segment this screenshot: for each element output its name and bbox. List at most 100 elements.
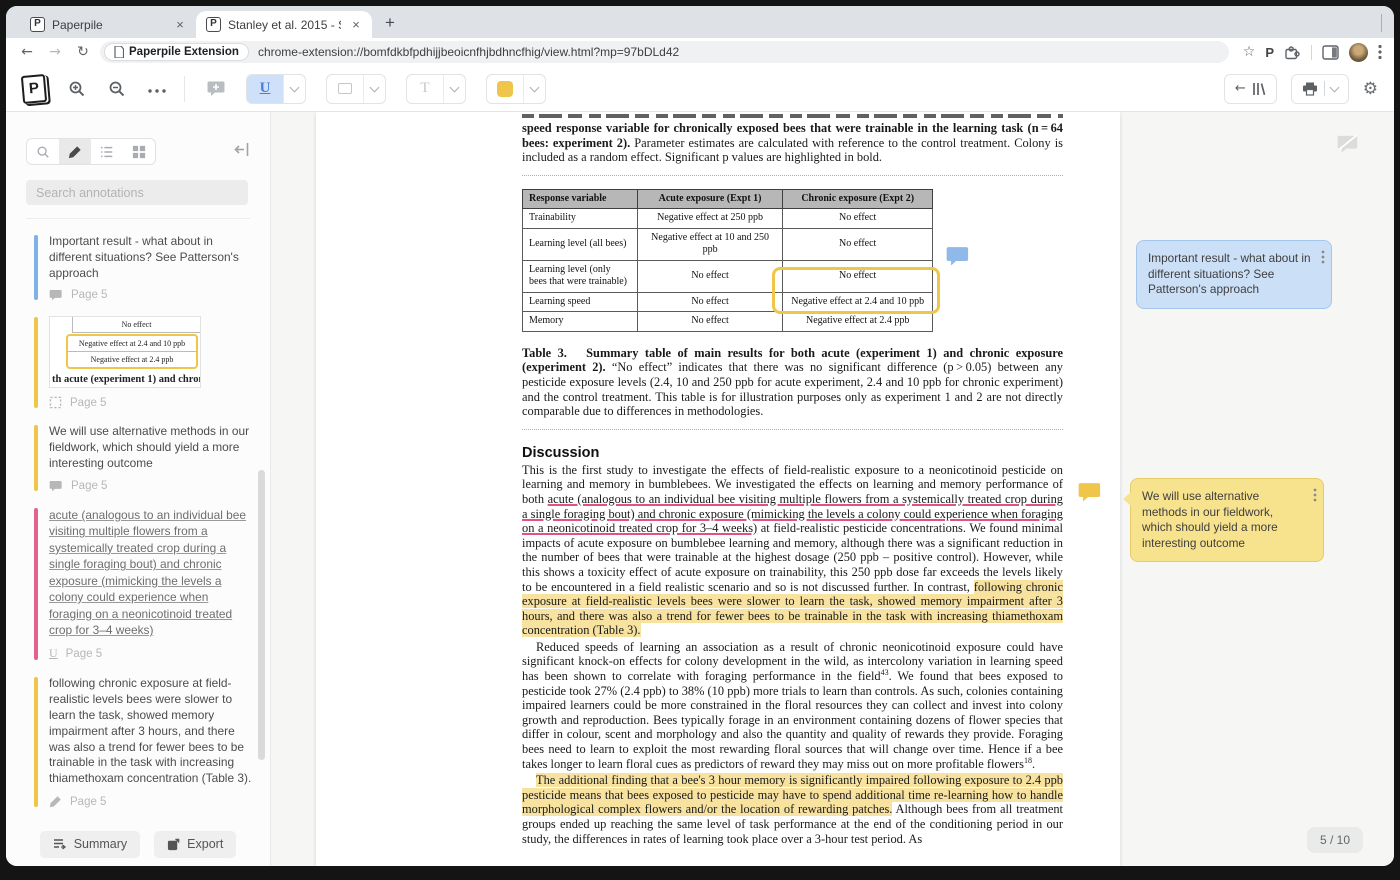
back-to-library-button[interactable]: ← [1224, 74, 1277, 104]
table-cell: Learning level (only bees that were trai… [523, 260, 638, 292]
paperpile-favicon: P [30, 17, 45, 32]
print-button-group[interactable] [1291, 74, 1349, 104]
new-tab-button[interactable] [378, 12, 402, 36]
tab-stanley-paper[interactable]: P Stanley et al. 2015 - Sci. Rep. [196, 11, 372, 38]
annotation-color-bar [34, 235, 38, 300]
print-dropdown-icon[interactable] [1329, 82, 1339, 92]
thumbnails-view-icon[interactable] [123, 139, 155, 164]
annotation-color-bar [34, 508, 38, 660]
annotation-meta: Page 5 [49, 795, 254, 808]
profile-avatar[interactable] [1349, 43, 1368, 62]
table2-caption: speed response variable for chronically … [522, 121, 1063, 165]
annotation-card-area[interactable]: No effect Negative effect at 2.4 and 10 … [34, 316, 254, 409]
omnibox[interactable]: Paperpile Extension chrome-extension://b… [100, 41, 1229, 63]
paperpile-favicon: P [206, 17, 221, 32]
tab-close-icon[interactable] [172, 17, 188, 33]
underline-tool-dropdown[interactable] [283, 75, 305, 103]
divider [184, 76, 185, 102]
underline-tool-group: U [246, 74, 306, 104]
zoom-in-icon[interactable] [68, 80, 86, 98]
rectangle-tool-button[interactable] [327, 75, 363, 103]
url-text: chrome-extension://bomfdkbfpdhijjbeoicnf… [258, 45, 679, 59]
page-indicator: 5 / 10 [1307, 827, 1363, 853]
dotted-separator [522, 175, 1063, 176]
paperpile-toolbar: P U T ← [6, 66, 1394, 112]
bookmark-star-icon[interactable]: ☆ [1243, 44, 1256, 60]
highlighter-pen-icon [49, 795, 62, 808]
table-cell: No effect [783, 228, 933, 260]
summary-button-label: Summary [74, 837, 127, 851]
library-books-icon [1252, 82, 1266, 96]
settings-gear-icon[interactable]: ⚙ [1363, 79, 1378, 99]
reference-superscript: 18 [1024, 756, 1032, 765]
divider [1324, 81, 1325, 96]
annotation-card-comment[interactable]: Important result - what about in differe… [34, 234, 254, 301]
table-row: Memory No effect Negative effect at 2.4 … [523, 312, 933, 332]
extensions-puzzle-icon[interactable] [1284, 44, 1301, 60]
discussion-paragraph-1: This is the first study to investigate t… [522, 463, 1063, 638]
forward-icon[interactable]: → [44, 44, 66, 60]
text-tool-button[interactable]: T [407, 75, 443, 103]
add-comment-icon[interactable] [207, 80, 226, 97]
table-header-row: Response variable Acute exposure (Expt 1… [523, 189, 933, 209]
tab-paperpile[interactable]: P Paperpile [20, 11, 196, 38]
text-tool-dropdown[interactable] [443, 75, 465, 103]
annotations-view-icon[interactable] [59, 139, 91, 164]
margin-note-text: We will use alternative methods in our f… [1142, 489, 1278, 550]
annotation-text: Important result - what about in differe… [49, 234, 254, 281]
underline-tool-button[interactable]: U [247, 75, 283, 103]
highlight-color-button[interactable] [487, 75, 523, 103]
browser-menu-kebab-icon[interactable] [1378, 44, 1382, 60]
table-cell: Negative effect at 2.4 ppb [783, 312, 933, 332]
note-menu-kebab-icon[interactable] [1321, 250, 1325, 264]
sidebar-scrollbar-thumb[interactable] [258, 470, 265, 760]
annotation-color-bar [34, 425, 38, 490]
snapshot-highlight-box: Negative effect at 2.4 and 10 ppb Negati… [66, 334, 198, 369]
paperpile-extension-icon[interactable]: P [1265, 45, 1274, 60]
rectangle-annotation[interactable] [772, 267, 940, 314]
sidebar-view-switch [26, 138, 156, 165]
highlight-color-dropdown[interactable] [523, 75, 545, 103]
main-area: Important result - what about in differe… [6, 112, 1394, 866]
comment-bubble-icon [49, 480, 63, 492]
summary-button[interactable]: Summary [40, 831, 140, 858]
tab-close-icon[interactable] [348, 17, 364, 33]
paperpile-logo[interactable]: P [21, 74, 47, 104]
annotation-card-comment[interactable]: We will use alternative methods in our f… [34, 424, 254, 491]
hide-comments-icon[interactable] [1337, 134, 1359, 154]
table-row: Trainability Negative effect at 250 ppb … [523, 209, 933, 229]
annotation-quote-text: acute (analogous to an individual bee vi… [49, 507, 254, 638]
printer-icon [1302, 82, 1318, 96]
blue-comment-bubble-icon[interactable] [946, 245, 970, 267]
reload-icon[interactable]: ↻ [72, 44, 94, 60]
back-icon[interactable]: ← [16, 44, 38, 60]
note-menu-kebab-icon[interactable] [1313, 488, 1317, 502]
snapshot-cell: Negative effect at 2.4 and 10 ppb [68, 336, 196, 352]
annotation-page-label: Page 5 [70, 796, 106, 808]
export-button[interactable]: Export [154, 831, 236, 858]
search-annotations-input[interactable] [26, 180, 248, 205]
annotations-sidebar: Important result - what about in differe… [6, 112, 271, 866]
outline-view-icon[interactable] [91, 139, 123, 164]
tab-search-icon[interactable] [1381, 14, 1382, 32]
rectangle-tool-dropdown[interactable] [363, 75, 385, 103]
annotation-card-highlight[interactable]: following chronic exposure at field-real… [34, 676, 254, 808]
annotation-text: We will use alternative methods in our f… [49, 424, 254, 471]
margin-note-blue[interactable]: Important result - what about in differe… [1136, 240, 1332, 309]
annotation-meta: Page 5 [49, 289, 254, 301]
annotation-card-underline[interactable]: acute (analogous to an individual bee vi… [34, 507, 254, 661]
yellow-comment-bubble-icon[interactable] [1078, 481, 1102, 503]
clipped-text-line [522, 114, 1063, 118]
collapse-sidebar-icon[interactable] [234, 142, 250, 162]
highlight-color-group [486, 74, 546, 104]
search-view-icon[interactable] [27, 139, 59, 164]
table-row: Learning level (all bees) Negative effec… [523, 228, 933, 260]
more-tools-icon[interactable] [148, 80, 166, 98]
divider [1311, 45, 1312, 60]
margin-note-yellow[interactable]: We will use alternative methods in our f… [1130, 478, 1324, 562]
side-panel-icon[interactable] [1322, 45, 1339, 60]
extension-chip[interactable]: Paperpile Extension [104, 43, 249, 61]
document-viewport[interactable]: speed response variable for chronically … [271, 112, 1394, 866]
zoom-out-icon[interactable] [108, 80, 126, 98]
table-cell: No effect [637, 260, 783, 292]
